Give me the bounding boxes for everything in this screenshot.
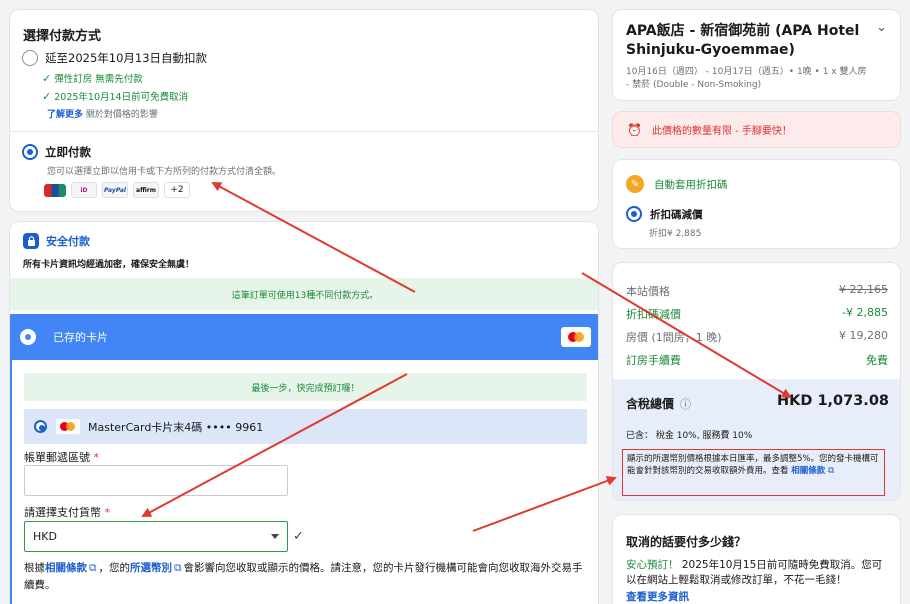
payment-method-title: 選擇付款方式 — [23, 29, 102, 44]
promo-radio[interactable] — [626, 206, 642, 222]
hotel-name: APA飯店 - 新宿御苑前 (APA Hotel Shinjuku-Gyoemm… — [626, 23, 860, 58]
hotel-card: APA飯店 - 新宿御苑前 (APA Hotel Shinjuku-Gyoemm… — [612, 9, 901, 101]
total-label-row: 含稅總價 ⓘ — [626, 395, 691, 412]
lock-icon — [23, 233, 39, 249]
unionpay-icon — [44, 183, 66, 197]
check-icon: ✓ — [42, 90, 52, 103]
coupon-icon: ✎ — [626, 175, 644, 193]
cancel-text: 安心預訂！ 2025年10月15日前可隨時免費取消。您可以在網站上輕鬆取消或修改… — [626, 559, 883, 586]
learn-more-row: 了解更多 關於對價格的影響 — [47, 110, 158, 120]
cancel-title: 取消的話要付多少錢？ — [626, 535, 747, 549]
selected-currency-link[interactable]: 所選幣別 — [130, 562, 172, 574]
methods-banner: 這筆訂單可使用13種不同付款方式。 — [10, 278, 598, 310]
total-label: 含稅總價 — [626, 397, 675, 411]
currency-label-row: 請選擇支付貨幣 * — [24, 506, 110, 519]
learn-more-link[interactable]: 了解更多 — [47, 110, 83, 120]
chevron-down-icon[interactable]: ⌄ — [876, 20, 887, 35]
payment-logos: iD PayPal affirm +2 — [44, 182, 190, 198]
postal-label-row: 帳單郵遞區號 * — [24, 451, 99, 464]
mastercard-icon — [56, 419, 80, 434]
postal-code-input[interactable] — [24, 465, 288, 496]
currency-select[interactable]: HKD — [24, 521, 288, 552]
saved-cards-label: 已存的卡片 — [53, 331, 108, 344]
caret-down-icon — [271, 534, 279, 539]
price-rows: 本站價格 ¥ 22,165 折扣碼減價 -¥ 2,885 房價 (1間房，1 晚… — [626, 283, 888, 375]
saved-cards-tab[interactable]: 已存的卡片 — [10, 314, 598, 360]
final-step-banner: 最後一步，快完成預訂囉！ — [24, 373, 587, 401]
saved-card-row[interactable]: MasterCard卡片末4碼 •••• 9961 — [24, 409, 587, 444]
price-card: 本站價格 ¥ 22,165 折扣碼減價 -¥ 2,885 房價 (1間房，1 晚… — [612, 262, 901, 501]
price-row-discount: 折扣碼減價 -¥ 2,885 — [626, 306, 888, 321]
pay-now-desc: 您可以選擇立即以信用卡或下方所列的付款方式付清全額。 — [47, 167, 282, 177]
currency-value: HKD — [33, 530, 57, 543]
alert-text: 此價格的數量有限 - 手腳要快！ — [651, 126, 792, 137]
auto-pay-label: 延至2025年10月13日自動扣款 — [45, 51, 208, 65]
currency-notice: 顯示的所選幣別價格根據本日匯率，最多調整5%。您的發卡機構可能會針對該幣別的交易… — [622, 449, 885, 496]
hotel-details: 10月16日（週四） - 10月17日（週五）• 1晚 • 1 x 雙人房 - … — [626, 67, 867, 90]
currency-note: 根據相關條款 ⧉ ，您的所選幣別 ⧉ 會影響向您收取或顯示的價格。請注意，您的卡片發行機… — [24, 562, 583, 591]
mastercard-icon — [561, 327, 591, 347]
external-link-icon: ⧉ — [827, 466, 835, 476]
secure-payment-card: 安全付款 所有卡片資訊均經過加密，確保安全無虞！ 這筆訂單可使用13種不同付款方… — [9, 221, 599, 604]
auto-pay-option[interactable]: 延至2025年10月13日自動扣款 — [22, 50, 207, 66]
limited-alert: ⏰ 此價格的數量有限 - 手腳要快！ — [612, 111, 901, 148]
price-row-site: 本站價格 ¥ 22,165 — [626, 283, 888, 298]
external-link-icon: ⧉ — [89, 562, 97, 574]
saved-cards-radio[interactable] — [20, 329, 36, 345]
cancel-more-link[interactable]: 查看更多資訊 — [626, 589, 689, 604]
total-value: HKD 1,073.08 — [776, 393, 889, 409]
promo-amount: 折扣¥ 2,885 — [649, 229, 702, 239]
promo-card: ✎ 自動套用折扣碼 折扣碼減價 折扣¥ 2,885 — [612, 159, 901, 249]
total-section: 含稅總價 ⓘ HKD 1,073.08 已含： 稅金 10%, 服務費 10% … — [613, 379, 900, 500]
notice-terms-link[interactable]: 相關條款 — [791, 466, 825, 476]
secure-header: 安全付款 — [23, 233, 90, 249]
promo-option[interactable]: 折扣碼減價 — [626, 206, 703, 222]
terms-link[interactable]: 相關條款 — [45, 562, 87, 574]
external-link-icon: ⧉ — [174, 562, 182, 574]
pay-now-label: 立即付款 — [45, 145, 91, 159]
more-methods-badge[interactable]: +2 — [164, 182, 190, 198]
promo-header: ✎ 自動套用折扣碼 — [626, 175, 728, 193]
secure-desc: 所有卡片資訊均經過加密，確保安全無虞！ — [23, 260, 195, 270]
card-label: MasterCard卡片末4碼 •••• 9961 — [88, 420, 264, 434]
divider — [10, 131, 598, 132]
promo-title: 自動套用折扣碼 — [654, 178, 728, 191]
pay-now-radio[interactable] — [22, 144, 38, 160]
check-icon: ✓ — [42, 72, 52, 85]
pay-now-option[interactable]: 立即付款 — [22, 144, 91, 160]
cancellation-card: 取消的話要付多少錢？ 安心預訂！ 2025年10月15日前可隨時免費取消。您可以… — [612, 514, 901, 604]
promo-option-label: 折扣碼減價 — [650, 208, 703, 221]
ideal-icon: iD — [71, 182, 97, 198]
payment-method-card: 選擇付款方式 延至2025年10月13日自動扣款 ✓ 彈性訂房 無需先付款 ✓ … — [9, 9, 599, 212]
secure-title: 安全付款 — [46, 235, 90, 248]
price-row-fee: 訂房手續費 免費 — [626, 354, 888, 367]
card-radio[interactable] — [34, 420, 47, 433]
benefit-2: ✓ 2025年10月14日前可免費取消 — [42, 90, 189, 103]
auto-pay-radio[interactable] — [22, 50, 38, 66]
affirm-icon: affirm — [133, 182, 159, 198]
included-taxes: 已含： 稅金 10%, 服務費 10% — [626, 431, 753, 441]
paypal-icon: PayPal — [102, 182, 128, 198]
price-row-room: 房價 (1間房，1 晚) ¥ 19,280 — [626, 329, 888, 344]
alarm-clock-icon: ⏰ — [627, 122, 642, 137]
info-icon[interactable]: ⓘ — [680, 396, 691, 412]
benefit-1: ✓ 彈性訂房 無需先付款 — [42, 72, 143, 85]
valid-check-icon: ✓ — [293, 529, 304, 544]
